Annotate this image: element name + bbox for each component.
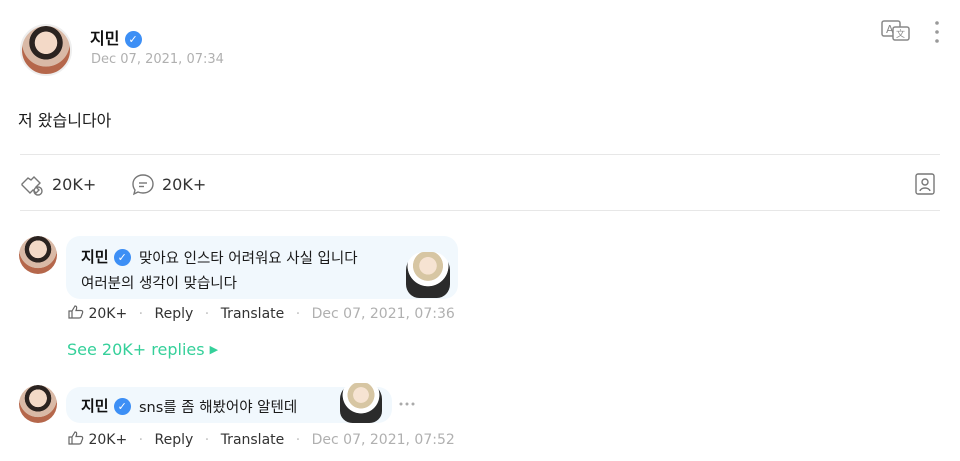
see-replies-link[interactable]: See 20K+ replies ▶ (67, 340, 218, 359)
comment-icon[interactable] (130, 172, 156, 198)
reply-button[interactable]: Reply (155, 306, 194, 322)
comment-author-avatar[interactable] (19, 385, 57, 423)
post-author-avatar[interactable] (20, 24, 72, 76)
comment-text-line: sns를 좀 해봤어야 알텐데 (139, 400, 298, 416)
post-like-count: 20K+ (52, 175, 97, 194)
verified-icon: ✓ (113, 398, 131, 415)
separator: · (138, 432, 144, 448)
post-author-name[interactable]: 지민 (90, 29, 119, 48)
comment-author-name[interactable]: 지민 (81, 248, 109, 266)
translate-icon[interactable]: A 文 (880, 18, 912, 42)
post-author: 지민 ✓ (90, 25, 142, 49)
thumbs-up-icon (68, 305, 84, 319)
more-vertical-icon[interactable] (932, 19, 942, 45)
post-comment-count: 20K+ (162, 175, 207, 194)
comment-text-line: 맞아요 인스타 어려워요 사실 입니다 (139, 251, 358, 267)
comment-meta-row: 20K+ · Reply · Translate · Dec 07, 2021,… (68, 305, 455, 322)
comment-text-line: 여러분의 생각이 맞습니다 (81, 276, 237, 292)
comment-bubble: 지민 ✓ sns를 좀 해봤어야 알텐데 (66, 383, 392, 423)
character-sticker (340, 383, 382, 423)
comment-author: 지민 ✓ (81, 395, 131, 416)
comment-date: Dec 07, 2021, 07:52 (311, 432, 455, 448)
see-replies-label: See 20K+ replies (67, 340, 205, 359)
translate-button[interactable]: Translate (221, 432, 285, 448)
post-body: 저 왔습니다아 (18, 111, 112, 130)
separator: · (138, 306, 144, 322)
more-horizontal-icon[interactable] (398, 394, 416, 406)
separator: · (295, 432, 301, 448)
bookmark-icon[interactable] (914, 172, 936, 196)
comment-meta-row: 20K+ · Reply · Translate · Dec 07, 2021,… (68, 431, 455, 448)
divider (20, 210, 940, 211)
separator: · (204, 432, 210, 448)
comment-like-count: 20K+ (88, 306, 128, 322)
character-sticker (406, 252, 450, 298)
separator: · (204, 306, 210, 322)
caret-right-icon: ▶ (209, 343, 219, 356)
thumbs-up-icon (68, 431, 84, 445)
separator: · (295, 306, 301, 322)
reply-button[interactable]: Reply (155, 432, 194, 448)
comment-like-button[interactable]: 20K+ (68, 305, 132, 322)
divider (20, 154, 940, 155)
comment-date: Dec 07, 2021, 07:36 (311, 306, 455, 322)
comment-like-count: 20K+ (88, 432, 128, 448)
comment-bubble: 지민 ✓ 맞아요 인스타 어려워요 사실 입니다 여러분의 생각이 맞습니다 (66, 236, 458, 299)
comment-author-name[interactable]: 지민 (81, 397, 109, 415)
comment-author: 지민 ✓ (81, 246, 131, 267)
verified-icon: ✓ (113, 249, 131, 266)
comment-like-button[interactable]: 20K+ (68, 431, 132, 448)
like-icon[interactable] (18, 172, 46, 198)
verified-icon: ✓ (124, 31, 142, 48)
svg-text:文: 文 (896, 28, 905, 40)
translate-button[interactable]: Translate (221, 306, 285, 322)
post-date: Dec 07, 2021, 07:34 (91, 52, 224, 67)
comment-author-avatar[interactable] (19, 236, 57, 274)
